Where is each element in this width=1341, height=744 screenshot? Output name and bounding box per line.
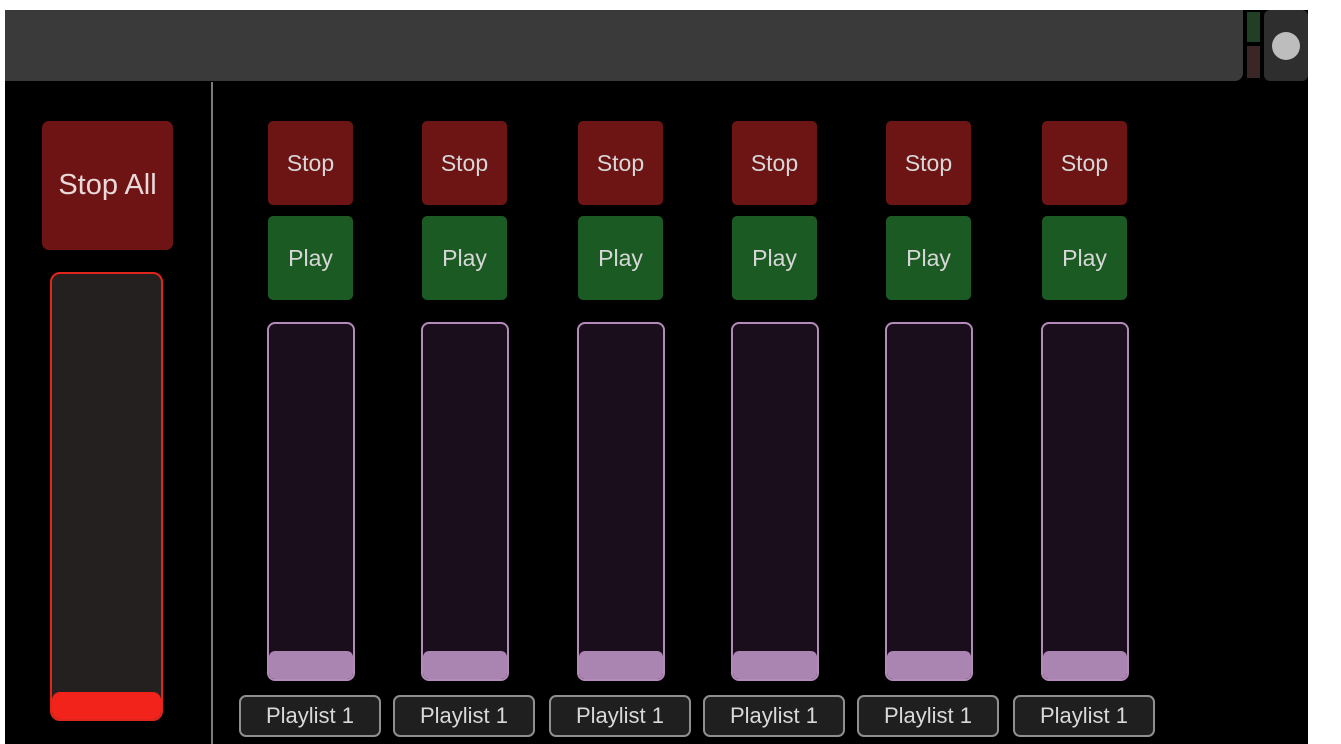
volume-fader[interactable] (421, 322, 509, 681)
playlist-selector[interactable]: Playlist 1 (857, 695, 999, 737)
master-volume-fader[interactable] (50, 272, 163, 721)
volume-fader[interactable] (267, 322, 355, 681)
volume-fader[interactable] (577, 322, 665, 681)
stop-all-button[interactable]: Stop All (42, 121, 173, 250)
channel-strip-1: Stop Play Playlist 1 (239, 10, 381, 744)
fader-level (423, 650, 507, 679)
play-button[interactable]: Play (268, 216, 353, 300)
play-button[interactable]: Play (886, 216, 971, 300)
play-button[interactable]: Play (1042, 216, 1127, 300)
divider (211, 82, 213, 744)
stop-button[interactable]: Stop (886, 121, 971, 205)
mixer-window: Stop All Stop Play Playlist 1 Stop Play … (5, 10, 1308, 744)
stop-button[interactable]: Stop (422, 121, 507, 205)
status-indicator-green (1247, 12, 1260, 42)
volume-fader[interactable] (1041, 322, 1129, 681)
stop-button[interactable]: Stop (578, 121, 663, 205)
circle-dot-icon (1272, 31, 1300, 60)
play-button[interactable]: Play (578, 216, 663, 300)
stop-button[interactable]: Stop (732, 121, 817, 205)
playlist-selector[interactable]: Playlist 1 (393, 695, 535, 737)
fader-level (579, 650, 663, 679)
status-indicator-red (1247, 46, 1260, 78)
master-fader-level (52, 692, 161, 719)
fader-level (733, 650, 817, 679)
playlist-selector[interactable]: Playlist 1 (1013, 695, 1155, 737)
play-button[interactable]: Play (422, 216, 507, 300)
channel-strip-5: Stop Play Playlist 1 (857, 10, 999, 744)
channel-strip-6: Stop Play Playlist 1 (1013, 10, 1155, 744)
play-button[interactable]: Play (732, 216, 817, 300)
stop-button[interactable]: Stop (268, 121, 353, 205)
fader-level (269, 650, 353, 679)
playlist-selector[interactable]: Playlist 1 (703, 695, 845, 737)
volume-fader[interactable] (885, 322, 973, 681)
volume-fader[interactable] (731, 322, 819, 681)
playlist-selector[interactable]: Playlist 1 (549, 695, 691, 737)
playlist-selector[interactable]: Playlist 1 (239, 695, 381, 737)
channel-strip-2: Stop Play Playlist 1 (393, 10, 535, 744)
channel-strip-4: Stop Play Playlist 1 (703, 10, 845, 744)
fader-level (887, 650, 971, 679)
fader-level (1043, 650, 1127, 679)
channel-strip-3: Stop Play Playlist 1 (549, 10, 691, 744)
record-button[interactable] (1264, 10, 1308, 81)
stop-button[interactable]: Stop (1042, 121, 1127, 205)
